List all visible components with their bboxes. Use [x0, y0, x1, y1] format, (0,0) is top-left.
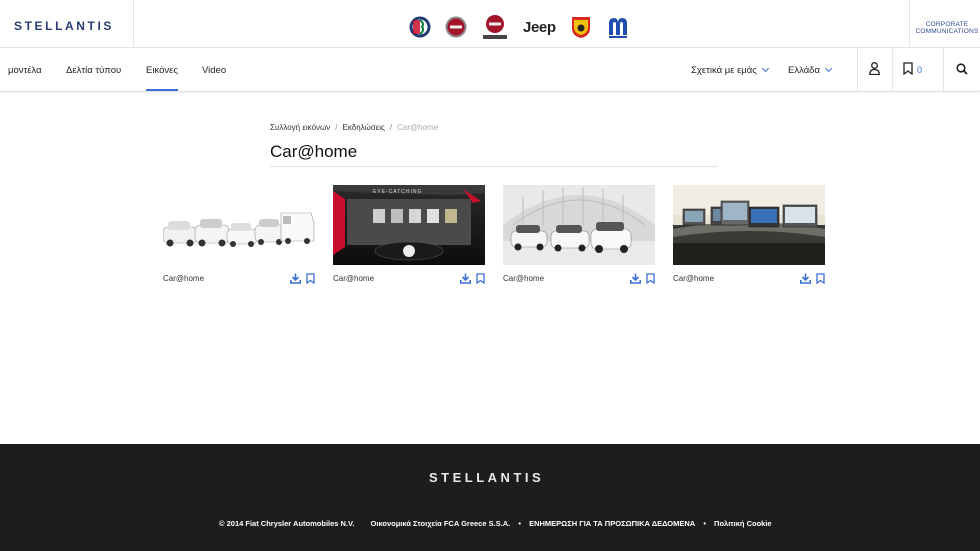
footer-logo[interactable]: STELLANTIS	[429, 470, 544, 485]
card-label[interactable]: Car@home	[163, 274, 204, 283]
stellantis-logo[interactable]: STELLANTIS	[14, 19, 114, 33]
image-card[interactable]: EYE-CATCHING Car@home	[333, 185, 485, 285]
mopar-logo[interactable]	[606, 15, 630, 39]
brand-logos: Jeep	[409, 14, 644, 40]
abarth-logo[interactable]	[570, 15, 592, 39]
footer-separator: •	[703, 519, 706, 528]
svg-text:EYE-CATCHING: EYE-CATCHING	[373, 189, 422, 195]
active-tab-indicator	[146, 89, 178, 91]
about-dropdown[interactable]: Σχετικά με εμάς	[691, 64, 769, 76]
image-thumbnail[interactable]	[673, 185, 825, 265]
image-thumbnail[interactable]	[503, 185, 655, 265]
footer: STELLANTIS © 2014 Fiat Chrysler Automobi…	[0, 444, 980, 551]
header-divider	[909, 0, 910, 48]
breadcrumb-current: Car@home	[397, 123, 439, 132]
download-icon[interactable]	[630, 271, 641, 289]
nav-divider	[943, 48, 944, 92]
bookmark-icon[interactable]	[903, 62, 913, 80]
download-icon[interactable]	[800, 271, 811, 289]
nav-divider	[857, 48, 858, 92]
image-card[interactable]: Car@home	[673, 185, 825, 285]
card-label[interactable]: Car@home	[673, 274, 714, 283]
bookmark-icon[interactable]	[476, 271, 485, 289]
breadcrumb-item[interactable]: Εκδηλώσεις	[343, 123, 385, 132]
alfa-romeo-logo[interactable]	[409, 16, 431, 38]
footer-copyright: © 2014 Fiat Chrysler Automobiles N.V.	[219, 519, 355, 528]
card-label[interactable]: Car@home	[503, 274, 544, 283]
header-divider	[133, 0, 134, 48]
nav-divider	[892, 48, 893, 92]
main-nav: μοντέλα Δελτία τύπου Εικόνες Video Σχετι…	[0, 48, 980, 92]
corporate-communications-link[interactable]: CORPORATE COMMUNICATIONS	[914, 21, 980, 35]
chevron-down-icon	[761, 64, 769, 73]
breadcrumb-separator: /	[335, 123, 338, 132]
image-thumbnail[interactable]	[163, 185, 315, 265]
footer-separator: •	[518, 519, 521, 528]
chevron-down-icon	[824, 64, 833, 73]
country-label: Ελλάδα	[788, 65, 820, 76]
image-card[interactable]: Car@home	[503, 185, 655, 285]
fiat-professional-logo[interactable]	[481, 14, 509, 40]
breadcrumb-item[interactable]: Συλλογή εικόνων	[270, 123, 330, 132]
country-dropdown[interactable]: Ελλάδα	[788, 64, 833, 76]
image-card[interactable]: Car@home	[163, 185, 315, 285]
page-title: Car@home	[270, 142, 358, 161]
footer-links: © 2014 Fiat Chrysler Automobiles N.V. Οι…	[219, 519, 772, 528]
nav-item-press-releases[interactable]: Δελτία τύπου	[66, 65, 121, 76]
fiat-logo[interactable]	[445, 16, 467, 38]
bookmark-icon[interactable]	[646, 271, 655, 289]
bookmark-count: 0	[917, 65, 923, 75]
bookmark-icon[interactable]	[816, 271, 825, 289]
footer-link-cookies[interactable]: Πολιτική Cookie	[714, 519, 772, 528]
breadcrumb: Συλλογή εικόνων / Εκδηλώσεις / Car@home	[270, 123, 438, 132]
bookmark-icon[interactable]	[306, 271, 315, 289]
footer-link-privacy[interactable]: ΕΝΗΜΕΡΩΣΗ ΓΙΑ ΤΑ ΠΡΟΣΩΠΙΚΑ ΔΕΔΟΜΕΝΑ	[529, 519, 695, 528]
download-icon[interactable]	[460, 271, 471, 289]
nav-item-models[interactable]: μοντέλα	[8, 65, 42, 76]
breadcrumb-separator: /	[389, 123, 393, 132]
jeep-logo[interactable]: Jeep	[523, 19, 556, 36]
footer-link-financials[interactable]: Οικονομικά Στοιχεία FCA Greece S.S.A.	[371, 519, 511, 528]
nav-item-images[interactable]: Εικόνες	[146, 65, 178, 76]
about-label: Σχετικά με εμάς	[691, 65, 757, 76]
card-label[interactable]: Car@home	[333, 274, 374, 283]
user-icon[interactable]	[869, 62, 880, 80]
download-icon[interactable]	[290, 271, 301, 289]
top-header: STELLANTIS Jeep CORPORATE COMMUNICATIONS	[0, 0, 980, 48]
search-icon[interactable]	[956, 62, 968, 80]
nav-item-video[interactable]: Video	[202, 65, 226, 76]
title-divider	[270, 166, 718, 167]
image-thumbnail[interactable]: EYE-CATCHING	[333, 185, 485, 265]
